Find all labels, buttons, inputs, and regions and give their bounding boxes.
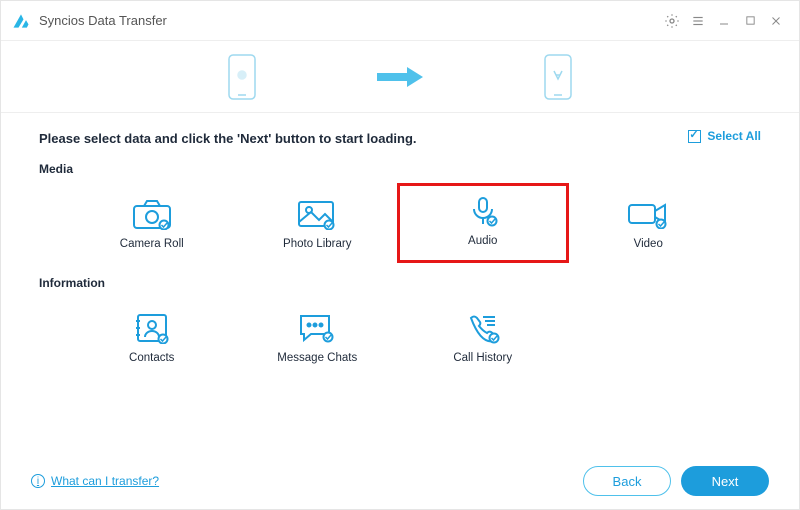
app-logo-icon bbox=[11, 11, 31, 31]
titlebar: Syncios Data Transfer bbox=[1, 1, 799, 41]
source-phone-icon bbox=[227, 53, 257, 101]
item-label: Camera Roll bbox=[120, 238, 184, 250]
select-all-checkbox-icon bbox=[688, 130, 701, 143]
select-all-toggle[interactable]: Select All bbox=[688, 129, 761, 143]
chat-icon bbox=[285, 306, 349, 350]
item-label: Audio bbox=[468, 235, 497, 247]
item-audio[interactable]: Audio bbox=[397, 183, 569, 263]
help-link[interactable]: i What can I transfer? bbox=[31, 474, 159, 488]
back-button-label: Back bbox=[613, 474, 642, 489]
arrow-right-icon bbox=[377, 67, 423, 87]
item-label: Call History bbox=[453, 352, 512, 364]
item-camera-roll[interactable]: Camera Roll bbox=[69, 186, 235, 260]
next-button[interactable]: Next bbox=[681, 466, 769, 496]
media-grid: Camera Roll Photo Library Audio Video bbox=[69, 186, 731, 260]
section-label-information: Information bbox=[39, 276, 761, 290]
select-all-label: Select All bbox=[707, 129, 761, 143]
main-content: Please select data and click the 'Next' … bbox=[1, 113, 799, 453]
information-grid: Contacts Message Chats Call History bbox=[69, 300, 731, 374]
back-button[interactable]: Back bbox=[583, 466, 671, 496]
item-label: Video bbox=[634, 238, 663, 250]
target-phone-icon bbox=[543, 53, 573, 101]
microphone-icon bbox=[451, 189, 515, 233]
app-title: Syncios Data Transfer bbox=[39, 13, 167, 28]
item-call-history[interactable]: Call History bbox=[400, 300, 566, 374]
video-icon bbox=[616, 192, 680, 236]
info-icon: i bbox=[31, 474, 45, 488]
instruction-text: Please select data and click the 'Next' … bbox=[39, 131, 761, 146]
call-history-icon bbox=[451, 306, 515, 350]
close-icon[interactable] bbox=[763, 8, 789, 34]
transfer-direction-header bbox=[1, 41, 799, 113]
section-label-media: Media bbox=[39, 162, 761, 176]
item-label: Contacts bbox=[129, 352, 174, 364]
minimize-icon[interactable] bbox=[711, 8, 737, 34]
contacts-icon bbox=[120, 306, 184, 350]
item-message-chats[interactable]: Message Chats bbox=[235, 300, 401, 374]
photo-icon bbox=[285, 192, 349, 236]
settings-icon[interactable] bbox=[659, 8, 685, 34]
help-link-label: What can I transfer? bbox=[51, 474, 159, 488]
item-photo-library[interactable]: Photo Library bbox=[235, 186, 401, 260]
camera-icon bbox=[120, 192, 184, 236]
item-video[interactable]: Video bbox=[566, 186, 732, 260]
item-label: Message Chats bbox=[277, 352, 357, 364]
item-label: Photo Library bbox=[283, 238, 351, 250]
menu-icon[interactable] bbox=[685, 8, 711, 34]
item-contacts[interactable]: Contacts bbox=[69, 300, 235, 374]
footer: i What can I transfer? Back Next bbox=[1, 453, 799, 509]
empty-cell bbox=[566, 300, 732, 374]
maximize-icon[interactable] bbox=[737, 8, 763, 34]
next-button-label: Next bbox=[712, 474, 739, 489]
